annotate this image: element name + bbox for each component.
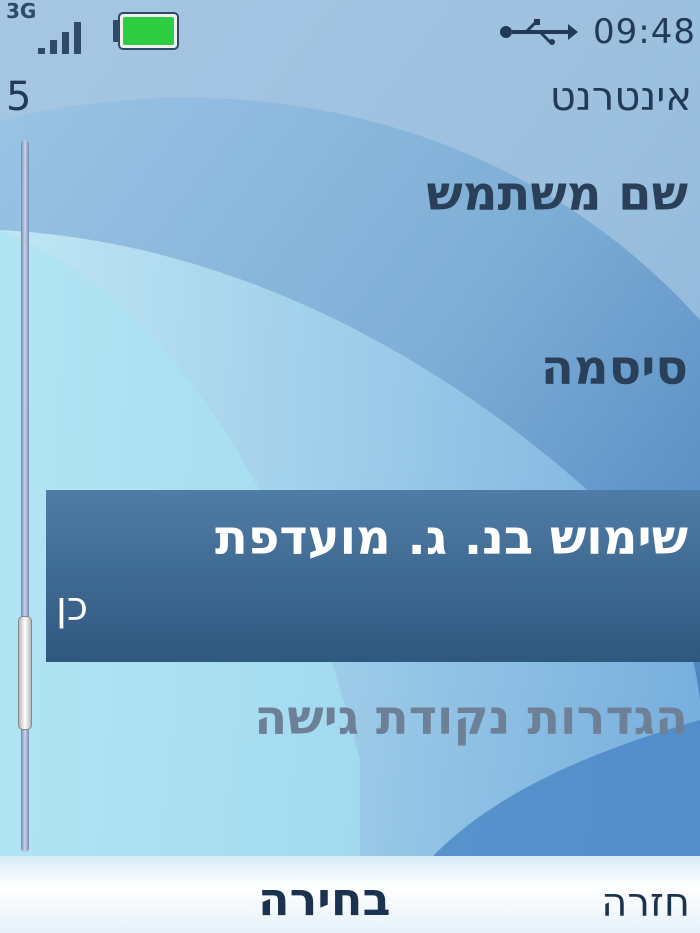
menu-item-access-point-settings[interactable]: הגדרות נקודת גישה bbox=[254, 690, 688, 746]
scrollbar[interactable] bbox=[18, 140, 32, 852]
back-softkey[interactable]: חזרה bbox=[601, 880, 690, 926]
menu-item-label: שימוש בנ. ג. מועדפת bbox=[215, 510, 688, 566]
battery-icon bbox=[113, 12, 179, 50]
status-bar: 3G 09:48 bbox=[0, 0, 700, 70]
level-indicator: 5 bbox=[6, 74, 32, 120]
wallpaper bbox=[0, 0, 700, 933]
menu-item-username[interactable]: שם משתמש bbox=[426, 166, 688, 222]
menu-item-password[interactable]: סיסמה bbox=[541, 340, 688, 396]
menu-item-value: כן bbox=[56, 584, 89, 630]
usb-connection-icon bbox=[500, 19, 578, 45]
clock: 09:48 bbox=[593, 12, 696, 52]
network-type-indicator: 3G bbox=[6, 0, 37, 23]
scroll-track bbox=[21, 140, 29, 852]
signal-strength-icon bbox=[38, 22, 81, 54]
page-title: אינטרנט bbox=[549, 74, 692, 120]
scroll-thumb[interactable] bbox=[18, 616, 32, 730]
select-softkey[interactable]: בחירה bbox=[258, 872, 391, 926]
